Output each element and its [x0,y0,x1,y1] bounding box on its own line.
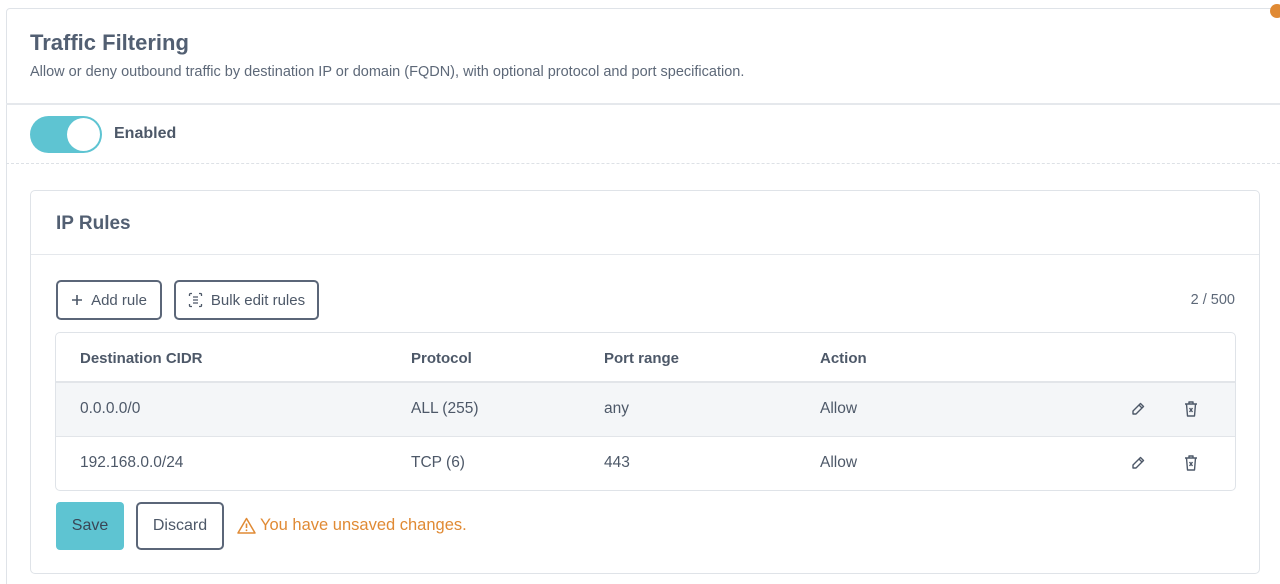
ip-rules-title: IP Rules [56,213,131,234]
toggle-label: Enabled [114,125,177,142]
cell-cidr: 0.0.0.0/0 [80,400,141,417]
divider [6,103,1280,105]
column-destination-cidr: Destination CIDR [80,350,203,367]
table-row: 192.168.0.0/24 TCP (6) 443 Allow [56,437,1235,490]
notification-dot [1270,4,1280,18]
page-subtitle: Allow or deny outbound traffic by destin… [30,64,745,80]
card-divider [31,254,1259,255]
page-title: Traffic Filtering [30,30,189,55]
cell-protocol: ALL (255) [411,400,479,417]
discard-button[interactable]: Discard [136,502,224,550]
pencil-icon[interactable] [1130,401,1146,417]
trash-icon[interactable] [1183,454,1199,472]
column-action: Action [820,350,867,367]
bulk-edit-label: Bulk edit rules [210,291,306,309]
cell-port: any [604,400,629,417]
cell-action: Allow [820,454,858,471]
unsaved-warning-text: You have unsaved changes. [260,516,467,534]
dotted-divider [6,163,1280,164]
toggle-knob [67,118,100,151]
bulk-edit-icon [188,292,203,308]
enabled-toggle[interactable] [30,116,102,153]
cell-protocol: TCP (6) [411,454,465,471]
cell-action: Allow [820,400,858,417]
trash-icon[interactable] [1183,400,1199,418]
unsaved-warning: You have unsaved changes. [237,516,467,535]
pencil-icon[interactable] [1130,455,1146,471]
column-protocol: Protocol [411,350,472,367]
column-port-range: Port range [604,350,680,367]
add-rule-label: Add rule [91,291,147,309]
warning-icon [237,517,256,534]
add-rule-button[interactable]: Add rule [56,280,162,320]
bulk-edit-rules-button[interactable]: Bulk edit rules [174,280,319,320]
ip-rules-card: IP Rules Add rule Bulk edit rules 2 / 50… [30,190,1260,574]
cell-port: 443 [604,454,630,471]
save-button[interactable]: Save [56,502,124,550]
table-header: Destination CIDR Protocol Port range Act… [56,333,1235,383]
ip-rules-table: Destination CIDR Protocol Port range Act… [55,332,1236,491]
cell-cidr: 192.168.0.0/24 [80,454,184,471]
rule-count: 2 / 500 [1190,292,1235,308]
table-row: 0.0.0.0/0 ALL (255) any Allow [56,383,1235,437]
plus-icon [71,294,83,306]
